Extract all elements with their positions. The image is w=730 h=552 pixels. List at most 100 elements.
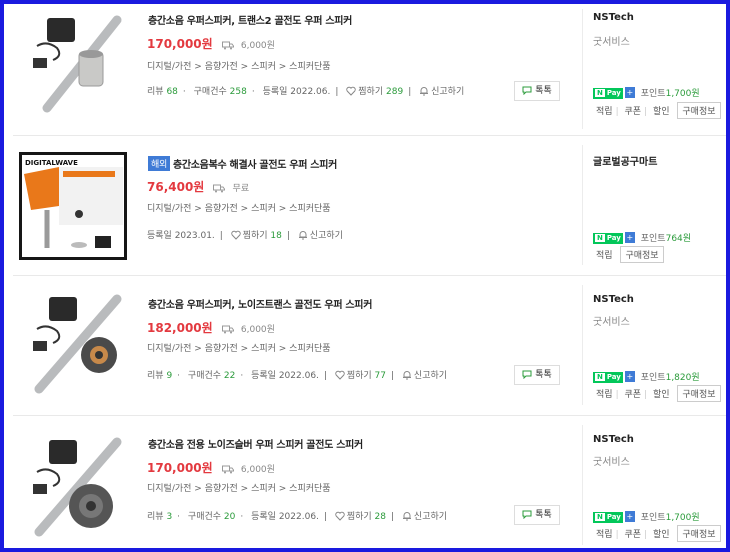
product-category[interactable]: 디지털/가전 > 음향가전 > 스피커 > 스피커단품 (147, 201, 331, 214)
divider (582, 285, 583, 405)
talk-button[interactable]: 톡톡 (514, 505, 560, 525)
coupon-button[interactable]: 쿠폰 (621, 527, 644, 540)
registered-date: 등록일 2022.06. (251, 371, 319, 381)
report-link[interactable]: 신고하기 (414, 371, 447, 381)
discount-button[interactable]: 할인 (650, 387, 673, 400)
divider (582, 9, 583, 129)
overseas-badge: 해외 (148, 156, 170, 171)
purchase-label: 구매건수 (187, 512, 222, 522)
npay-icon: N Pay (593, 372, 623, 383)
chat-icon (522, 86, 532, 96)
seller-name[interactable]: NSTech (593, 294, 634, 305)
coupon-button[interactable]: 쿠폰 (621, 104, 644, 117)
product-title[interactable]: 층간소음 우퍼스피커, 트랜스2 골전도 우퍼 스피커 (148, 12, 352, 27)
seller-name[interactable]: NSTech (593, 12, 634, 23)
earn-button[interactable]: 적립 (593, 387, 616, 400)
bell-icon[interactable] (402, 511, 412, 521)
divider (582, 425, 583, 545)
product-list-frame: 층간소음 우퍼스피커, 트랜스2 골전도 우퍼 스피커 170,000원 6,0… (0, 0, 730, 552)
talk-button[interactable]: 톡톡 (514, 81, 560, 101)
heart-icon[interactable] (335, 370, 345, 380)
product-title-text[interactable]: 층간소음복수 해결사 골전도 우퍼 스피커 (173, 160, 337, 171)
product-price: 170,000원 (147, 461, 213, 475)
talk-label: 톡톡 (535, 86, 552, 96)
bell-icon[interactable] (298, 230, 308, 240)
product-category[interactable]: 디지털/가전 > 음향가전 > 스피커 > 스피커단품 (147, 481, 331, 494)
review-count[interactable]: 3 (166, 512, 172, 522)
wish-count: 77 (374, 371, 386, 381)
seller-name[interactable]: 글로벌공구마트 (593, 153, 657, 168)
product-thumbnail[interactable] (19, 432, 127, 540)
npay-icon: N Pay (593, 512, 623, 523)
npay-point: N Pay + 포인트1,700원 (593, 510, 700, 523)
chat-icon (522, 510, 532, 520)
discount-button[interactable]: 할인 (650, 104, 673, 117)
bell-icon[interactable] (402, 370, 412, 380)
product-category[interactable]: 디지털/가전 > 음향가전 > 스피커 > 스피커단품 (147, 59, 331, 72)
product-listing-3: 층간소음 우퍼스피커, 노이즈트랜스 골전도 우퍼 스피커 182,000원 6… (13, 275, 726, 416)
product-thumbnail[interactable]: DIGITALWAVE (19, 152, 127, 260)
product-price: 76,400원 (147, 180, 205, 194)
product-listing-2: DIGITALWAVE 해외 층간소음복수 해결사 골전도 우퍼 스피커 76,4… (13, 135, 726, 276)
product-meta: 리뷰 9 · 구매건수 22 · 등록일 2022.06. | 찜하기 77 | 신고하… (147, 370, 448, 381)
product-price: 170,000원 (147, 37, 213, 51)
review-count[interactable]: 68 (166, 87, 177, 97)
truck-icon (221, 325, 234, 334)
review-label[interactable]: 리뷰 (147, 371, 164, 381)
purchase-info-button[interactable]: 구매정보 (677, 102, 721, 119)
product-category[interactable]: 디지털/가전 > 음향가전 > 스피커 > 스피커단품 (147, 341, 331, 354)
truck-icon (221, 41, 234, 50)
purchase-count: 20 (223, 512, 236, 522)
point-label: 포인트 (640, 373, 666, 383)
heart-icon[interactable] (335, 511, 345, 521)
product-title[interactable]: 층간소음 전용 노이즈슬버 우퍼 스피커 골전도 스피커 (148, 436, 363, 451)
earn-button[interactable]: 적립 (593, 248, 616, 261)
coupon-button[interactable]: 쿠폰 (621, 387, 644, 400)
wish-label[interactable]: 찜하기 (358, 87, 383, 97)
wish-label[interactable]: 찜하기 (347, 512, 372, 522)
heart-icon[interactable] (346, 86, 357, 96)
purchase-info-button[interactable]: 구매정보 (677, 385, 721, 402)
wish-label[interactable]: 찜하기 (347, 371, 372, 381)
report-link[interactable]: 신고하기 (414, 512, 447, 522)
report-link[interactable]: 신고하기 (431, 87, 464, 97)
discount-button[interactable]: 할인 (650, 527, 673, 540)
benefit-buttons: 적립 | 쿠폰 | 할인 구매정보 (593, 525, 721, 542)
point-value: 764원 (665, 234, 692, 244)
wish-label[interactable]: 찜하기 (243, 231, 268, 241)
point-label: 포인트 (640, 234, 666, 244)
product-meta: 등록일 2023.01. | 찜하기 18 | 신고하기 (147, 230, 343, 241)
product-listing-1: 층간소음 우퍼스피커, 트랜스2 골전도 우퍼 스피커 170,000원 6,0… (13, 4, 726, 136)
shipping-fee: 6,000원 (240, 325, 275, 335)
bell-icon[interactable] (419, 86, 429, 96)
review-count[interactable]: 9 (166, 371, 172, 381)
purchase-info-button[interactable]: 구매정보 (620, 246, 664, 263)
product-title[interactable]: 해외 층간소음복수 해결사 골전도 우퍼 스피커 (148, 156, 337, 171)
talk-button[interactable]: 톡톡 (514, 365, 560, 385)
review-label[interactable]: 리뷰 (147, 87, 164, 97)
seller-grade: 굿서비스 (593, 37, 630, 48)
review-label[interactable]: 리뷰 (147, 512, 164, 522)
wish-count: 289 (386, 87, 404, 97)
wish-count: 18 (270, 231, 282, 241)
heart-icon[interactable] (230, 230, 241, 240)
registered-date: 등록일 2022.06. (262, 87, 331, 97)
earn-button[interactable]: 적립 (593, 104, 616, 117)
purchase-count: 258 (229, 87, 247, 97)
seller-name[interactable]: NSTech (593, 434, 634, 445)
product-thumbnail[interactable] (19, 289, 127, 397)
purchase-info-button[interactable]: 구매정보 (677, 525, 721, 542)
registered-date: 등록일 2023.01. (147, 231, 215, 241)
purchase-label: 구매건수 (193, 87, 227, 97)
npay-point: N Pay + 포인트764원 (593, 231, 691, 244)
thumb-brand: DIGITALWAVE (25, 159, 78, 167)
benefit-buttons: 적립 | 쿠폰 | 할인 구매정보 (593, 385, 721, 402)
product-thumbnail[interactable] (19, 8, 127, 116)
point-value: 1,700원 (665, 513, 700, 523)
product-title[interactable]: 층간소음 우퍼스피커, 노이즈트랜스 골전도 우퍼 스피커 (148, 296, 372, 311)
point-value: 1,700원 (665, 89, 700, 99)
talk-label: 톡톡 (535, 510, 552, 520)
shipping-fee: 6,000원 (240, 465, 275, 475)
report-link[interactable]: 신고하기 (310, 231, 343, 241)
earn-button[interactable]: 적립 (593, 527, 616, 540)
